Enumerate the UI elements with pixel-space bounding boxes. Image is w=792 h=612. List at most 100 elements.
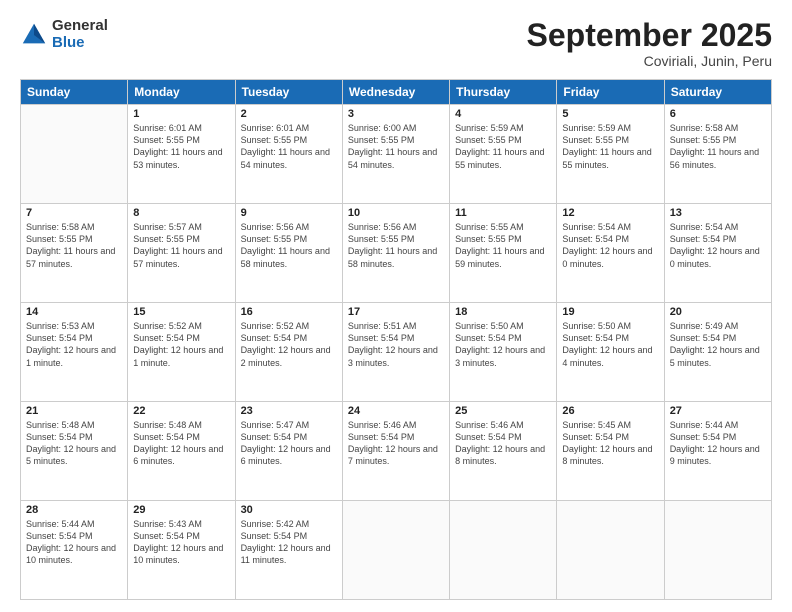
day-info-4: Sunrise: 5:59 AM Sunset: 5:55 PM Dayligh… (455, 122, 551, 171)
day-cell-w2-d7: 13 Sunrise: 5:54 AM Sunset: 5:54 PM Dayli… (664, 204, 771, 303)
logo-blue-text: Blue (52, 35, 108, 52)
day-info-10: Sunrise: 5:56 AM Sunset: 5:55 PM Dayligh… (348, 221, 444, 270)
day-number-28: 28 (26, 504, 122, 516)
day-number-13: 13 (670, 207, 766, 219)
day-cell-w5-d4 (342, 501, 449, 600)
week-row-4: 21 Sunrise: 5:48 AM Sunset: 5:54 PM Dayli… (21, 402, 772, 501)
day-number-15: 15 (133, 306, 229, 318)
day-number-2: 2 (241, 108, 337, 120)
day-cell-w3-d7: 20 Sunrise: 5:49 AM Sunset: 5:54 PM Dayli… (664, 303, 771, 402)
day-cell-w1-d6: 5Sunrise: 5:59 AM Sunset: 5:55 PM Daylig… (557, 105, 664, 204)
day-number-23: 23 (241, 405, 337, 417)
calendar-header-row: Sunday Monday Tuesday Wednesday Thursday… (21, 80, 772, 105)
day-info-22: Sunrise: 5:48 AM Sunset: 5:54 PM Dayligh… (133, 419, 229, 468)
day-number-7: 7 (26, 207, 122, 219)
day-number-27: 27 (670, 405, 766, 417)
day-info-20: Sunrise: 5:49 AM Sunset: 5:54 PM Dayligh… (670, 320, 766, 369)
day-cell-w1-d5: 4 Sunrise: 5:59 AM Sunset: 5:55 PM Daylig… (450, 105, 557, 204)
day-cell-w5-d6 (557, 501, 664, 600)
day-info-17: Sunrise: 5:51 AM Sunset: 5:54 PM Dayligh… (348, 320, 444, 369)
day-cell-w5-d1: 28Sunrise: 5:44 AM Sunset: 5:54 PM Dayli… (21, 501, 128, 600)
day-info-12: Sunrise: 5:54 AM Sunset: 5:54 PM Dayligh… (562, 221, 658, 270)
col-friday: Friday (557, 80, 664, 105)
day-info-29: Sunrise: 5:43 AM Sunset: 5:54 PM Dayligh… (133, 518, 229, 567)
day-number-30: 30 (241, 504, 337, 516)
day-info-16: Sunrise: 5:52 AM Sunset: 5:54 PM Dayligh… (241, 320, 337, 369)
day-cell-w3-d6: 19Sunrise: 5:50 AM Sunset: 5:54 PM Dayli… (557, 303, 664, 402)
day-number-29: 29 (133, 504, 229, 516)
day-info-15: Sunrise: 5:52 AM Sunset: 5:54 PM Dayligh… (133, 320, 229, 369)
day-number-1: 1 (133, 108, 229, 120)
day-cell-w3-d1: 14 Sunrise: 5:53 AM Sunset: 5:54 PM Dayli… (21, 303, 128, 402)
day-cell-w5-d7 (664, 501, 771, 600)
day-info-14: Sunrise: 5:53 AM Sunset: 5:54 PM Dayligh… (26, 320, 122, 369)
day-cell-w1-d4: 3 Sunrise: 6:00 AM Sunset: 5:55 PM Daylig… (342, 105, 449, 204)
day-number-16: 16 (241, 306, 337, 318)
day-info-27: Sunrise: 5:44 AM Sunset: 5:54 PM Dayligh… (670, 419, 766, 468)
col-monday: Monday (128, 80, 235, 105)
day-cell-w4-d2: 22 Sunrise: 5:48 AM Sunset: 5:54 PM Dayli… (128, 402, 235, 501)
day-number-25: 25 (455, 405, 551, 417)
day-number-6: 6 (670, 108, 766, 120)
col-wednesday: Wednesday (342, 80, 449, 105)
day-cell-w2-d5: 11 Sunrise: 5:55 AM Sunset: 5:55 PM Dayli… (450, 204, 557, 303)
day-cell-w1-d2: 1Sunrise: 6:01 AM Sunset: 5:55 PM Daylig… (128, 105, 235, 204)
col-sunday: Sunday (21, 80, 128, 105)
day-cell-w3-d3: 16 Sunrise: 5:52 AM Sunset: 5:54 PM Dayli… (235, 303, 342, 402)
day-number-21: 21 (26, 405, 122, 417)
day-info-19: Sunrise: 5:50 AM Sunset: 5:54 PM Dayligh… (562, 320, 658, 369)
page: General Blue September 2025 Coviriali, J… (0, 0, 792, 612)
day-number-14: 14 (26, 306, 122, 318)
week-row-2: 7 Sunrise: 5:58 AM Sunset: 5:55 PM Daylig… (21, 204, 772, 303)
day-cell-w5-d2: 29 Sunrise: 5:43 AM Sunset: 5:54 PM Dayli… (128, 501, 235, 600)
day-number-4: 4 (455, 108, 551, 120)
day-cell-w2-d4: 10Sunrise: 5:56 AM Sunset: 5:55 PM Dayli… (342, 204, 449, 303)
day-cell-w1-d3: 2Sunrise: 6:01 AM Sunset: 5:55 PM Daylig… (235, 105, 342, 204)
day-number-22: 22 (133, 405, 229, 417)
logo-text: General Blue (52, 18, 108, 51)
day-cell-w1-d1 (21, 105, 128, 204)
logo: General Blue (20, 18, 108, 51)
day-number-26: 26 (562, 405, 658, 417)
day-info-24: Sunrise: 5:46 AM Sunset: 5:54 PM Dayligh… (348, 419, 444, 468)
location-title: Coviriali, Junin, Peru (527, 53, 772, 69)
day-cell-w2-d2: 8 Sunrise: 5:57 AM Sunset: 5:55 PM Daylig… (128, 204, 235, 303)
title-block: September 2025 Coviriali, Junin, Peru (527, 18, 772, 69)
week-row-1: 1Sunrise: 6:01 AM Sunset: 5:55 PM Daylig… (21, 105, 772, 204)
day-cell-w3-d2: 15 Sunrise: 5:52 AM Sunset: 5:54 PM Dayli… (128, 303, 235, 402)
day-info-26: Sunrise: 5:45 AM Sunset: 5:54 PM Dayligh… (562, 419, 658, 468)
day-cell-w2-d6: 12 Sunrise: 5:54 AM Sunset: 5:54 PM Dayli… (557, 204, 664, 303)
day-number-8: 8 (133, 207, 229, 219)
day-info-11: Sunrise: 5:55 AM Sunset: 5:55 PM Dayligh… (455, 221, 551, 270)
day-cell-w2-d3: 9 Sunrise: 5:56 AM Sunset: 5:55 PM Daylig… (235, 204, 342, 303)
day-info-25: Sunrise: 5:46 AM Sunset: 5:54 PM Dayligh… (455, 419, 551, 468)
day-info-8: Sunrise: 5:57 AM Sunset: 5:55 PM Dayligh… (133, 221, 229, 270)
day-cell-w2-d1: 7 Sunrise: 5:58 AM Sunset: 5:55 PM Daylig… (21, 204, 128, 303)
day-number-3: 3 (348, 108, 444, 120)
day-cell-w4-d6: 26 Sunrise: 5:45 AM Sunset: 5:54 PM Dayli… (557, 402, 664, 501)
day-info-7: Sunrise: 5:58 AM Sunset: 5:55 PM Dayligh… (26, 221, 122, 270)
week-row-5: 28Sunrise: 5:44 AM Sunset: 5:54 PM Dayli… (21, 501, 772, 600)
day-info-3: Sunrise: 6:00 AM Sunset: 5:55 PM Dayligh… (348, 122, 444, 171)
day-number-12: 12 (562, 207, 658, 219)
day-info-6: Sunrise: 5:58 AM Sunset: 5:55 PM Dayligh… (670, 122, 766, 171)
day-cell-w4-d5: 25 Sunrise: 5:46 AM Sunset: 5:54 PM Dayli… (450, 402, 557, 501)
day-number-17: 17 (348, 306, 444, 318)
col-tuesday: Tuesday (235, 80, 342, 105)
day-info-13: Sunrise: 5:54 AM Sunset: 5:54 PM Dayligh… (670, 221, 766, 270)
day-info-30: Sunrise: 5:42 AM Sunset: 5:54 PM Dayligh… (241, 518, 337, 567)
day-cell-w4-d7: 27 Sunrise: 5:44 AM Sunset: 5:54 PM Dayli… (664, 402, 771, 501)
col-saturday: Saturday (664, 80, 771, 105)
day-cell-w4-d1: 21Sunrise: 5:48 AM Sunset: 5:54 PM Dayli… (21, 402, 128, 501)
day-cell-w1-d7: 6 Sunrise: 5:58 AM Sunset: 5:55 PM Daylig… (664, 105, 771, 204)
day-info-9: Sunrise: 5:56 AM Sunset: 5:55 PM Dayligh… (241, 221, 337, 270)
header: General Blue September 2025 Coviriali, J… (20, 18, 772, 69)
day-number-9: 9 (241, 207, 337, 219)
day-cell-w4-d3: 23Sunrise: 5:47 AM Sunset: 5:54 PM Dayli… (235, 402, 342, 501)
day-number-20: 20 (670, 306, 766, 318)
logo-general-text: General (52, 18, 108, 35)
day-info-5: Sunrise: 5:59 AM Sunset: 5:55 PM Dayligh… (562, 122, 658, 171)
logo-icon (20, 21, 48, 49)
day-number-11: 11 (455, 207, 551, 219)
day-number-24: 24 (348, 405, 444, 417)
